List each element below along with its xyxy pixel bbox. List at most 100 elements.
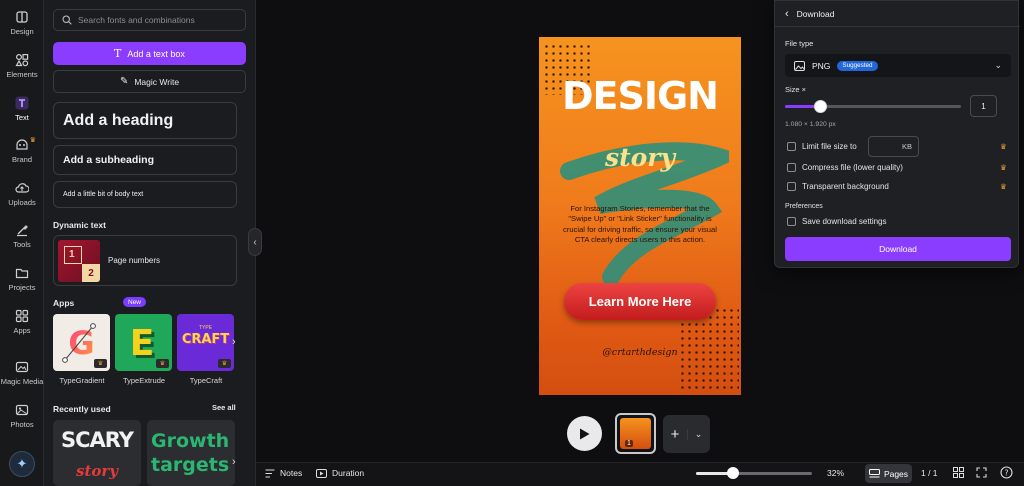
size-label: Size × xyxy=(785,85,807,94)
design-body-text: For Instagram Stories, remember that the… xyxy=(563,204,717,244)
chevron-down-icon[interactable]: ⌄ xyxy=(687,428,709,440)
add-body-text-button[interactable]: Add a little bit of body text xyxy=(53,181,237,208)
chevron-left-icon: ‹ xyxy=(253,236,257,248)
rail-label: Design xyxy=(10,27,34,36)
back-chevron-icon[interactable]: ‹ xyxy=(785,8,789,20)
download-button[interactable]: Download xyxy=(785,237,1011,261)
transparent-background-checkbox[interactable] xyxy=(787,182,796,191)
tools-icon xyxy=(17,225,28,237)
rail-item-elements[interactable]: Elements xyxy=(0,53,44,93)
play-button[interactable] xyxy=(567,416,602,451)
recent-scary-text: SCARY xyxy=(60,428,134,452)
add-heading-button[interactable]: Add a heading xyxy=(53,102,237,139)
app-tile-typegradient[interactable]: G ♛ xyxy=(53,314,110,371)
grid-view-button[interactable] xyxy=(953,467,964,478)
zoom-slider-knob[interactable] xyxy=(727,467,740,479)
duration-label: Duration xyxy=(332,468,365,478)
search-input[interactable] xyxy=(78,15,238,25)
design-icon xyxy=(16,11,28,23)
file-type-select[interactable]: PNG Suggested ⌄ xyxy=(785,54,1011,77)
page-thumbnail[interactable]: 1 xyxy=(615,413,656,454)
add-text-box-button[interactable]: T Add a text box xyxy=(53,42,246,65)
help-button[interactable]: ? xyxy=(1000,466,1013,479)
search-icon xyxy=(62,15,72,25)
rail-item-tools[interactable]: Tools xyxy=(0,223,44,263)
add-heading-label: Add a heading xyxy=(63,111,174,129)
size-slider-knob[interactable] xyxy=(814,100,828,113)
add-subheading-button[interactable]: Add a subheading xyxy=(53,145,237,175)
recent-targets-text: targets xyxy=(151,454,230,476)
compress-file-option[interactable]: Compress file (lower quality) xyxy=(787,163,903,172)
rail-label: Elements xyxy=(6,70,38,79)
recent-next-chevron-icon[interactable]: › xyxy=(232,456,236,468)
suggested-badge: Suggested xyxy=(837,60,878,71)
image-file-icon xyxy=(794,60,805,71)
rail-item-projects[interactable]: Projects xyxy=(0,266,44,306)
app-name-typegradient: TypeGradient xyxy=(59,376,105,385)
rail-label: Text xyxy=(15,113,29,122)
magic-write-button[interactable]: ✎ Magic Write xyxy=(53,70,246,93)
collapse-panel-button[interactable]: ‹ xyxy=(248,228,262,256)
rail-item-apps[interactable]: Apps xyxy=(0,309,44,349)
rail-item-design[interactable]: Design xyxy=(0,10,44,50)
page-number-two: 2 xyxy=(82,264,100,282)
rail-item-text[interactable]: Text xyxy=(0,96,44,136)
compress-file-checkbox[interactable] xyxy=(787,163,796,172)
grid-icon xyxy=(953,467,964,478)
rail-item-magic-media[interactable]: Magic Media xyxy=(0,360,44,400)
new-badge: New xyxy=(123,297,147,307)
recent-tile-scary-story[interactable]: SCARY story xyxy=(53,420,141,486)
rail-item-photos[interactable]: Photos xyxy=(0,403,44,443)
design-handle-text: @crtarthdesign xyxy=(602,347,678,358)
zoom-percentage[interactable]: 32% xyxy=(827,468,844,478)
search-box[interactable] xyxy=(53,9,246,31)
size-slider[interactable] xyxy=(785,100,961,113)
limit-file-size-option[interactable]: Limit file size to xyxy=(787,142,857,151)
text-panel: T Add a text box ✎ Magic Write Add a hea… xyxy=(44,0,256,486)
rail-label: Brand xyxy=(11,155,32,164)
notes-label: Notes xyxy=(280,468,303,478)
size-input[interactable]: 1 xyxy=(970,95,997,117)
crown-icon: ♛ xyxy=(94,359,107,368)
file-size-kb-input[interactable]: KB xyxy=(868,136,919,157)
pages-label: Pages xyxy=(883,468,909,479)
download-header[interactable]: ‹ Download xyxy=(775,1,1020,27)
duration-button[interactable]: Duration xyxy=(316,468,364,478)
app-tile-typecraft[interactable]: TYPE CRAFT ♛ xyxy=(177,314,234,371)
limit-file-size-label: Limit file size to xyxy=(802,142,857,151)
apps-icon xyxy=(15,309,29,323)
notes-button[interactable]: Notes xyxy=(265,468,302,478)
transparent-background-option[interactable]: Transparent background xyxy=(787,182,889,191)
app-tile-typeextrude[interactable]: EE ♛ xyxy=(115,314,172,371)
save-download-settings-option[interactable]: Save download settings xyxy=(787,217,887,226)
pages-button[interactable]: Pages xyxy=(865,464,912,483)
apps-next-chevron-icon[interactable]: › xyxy=(232,336,236,348)
design-cta-button: Learn More Here xyxy=(564,283,716,320)
design-title: DESIGN xyxy=(561,74,719,118)
text-icon xyxy=(15,96,29,110)
preferences-label: Preferences xyxy=(785,203,823,210)
save-download-settings-checkbox[interactable] xyxy=(787,217,796,226)
add-page-plus-icon[interactable]: + xyxy=(663,426,687,443)
fullscreen-button[interactable] xyxy=(976,467,987,478)
page-numbers-card[interactable]: 1 2 Page numbers xyxy=(53,235,237,286)
svg-text:?: ? xyxy=(1004,468,1008,477)
page-thumbnail-number: 1 xyxy=(625,440,633,447)
limit-file-size-checkbox[interactable] xyxy=(787,142,796,151)
crown-icon: ♛ xyxy=(1000,142,1007,151)
add-body-label: Add a little bit of body text xyxy=(63,191,144,198)
magic-write-label: Magic Write xyxy=(134,76,180,87)
rail-item-brand[interactable]: ♛ Brand xyxy=(0,137,44,178)
design-page[interactable]: DESIGN story For Instagram Stories, reme… xyxy=(539,37,741,395)
photos-icon xyxy=(15,404,29,416)
see-all-link[interactable]: See all xyxy=(212,403,236,412)
add-page-control[interactable]: + ⌄ xyxy=(663,415,710,453)
save-download-settings-label: Save download settings xyxy=(802,217,887,226)
zoom-slider[interactable] xyxy=(696,467,812,479)
magic-assistant-button[interactable]: ✦ xyxy=(9,451,35,477)
uploads-icon xyxy=(15,183,29,193)
rail-item-uploads[interactable]: Uploads xyxy=(0,181,44,221)
recent-tile-growth-targets[interactable]: Growth targets xyxy=(147,420,235,486)
recent-growth-text: Growth xyxy=(151,430,230,452)
page-number-one: 1 xyxy=(69,249,75,260)
